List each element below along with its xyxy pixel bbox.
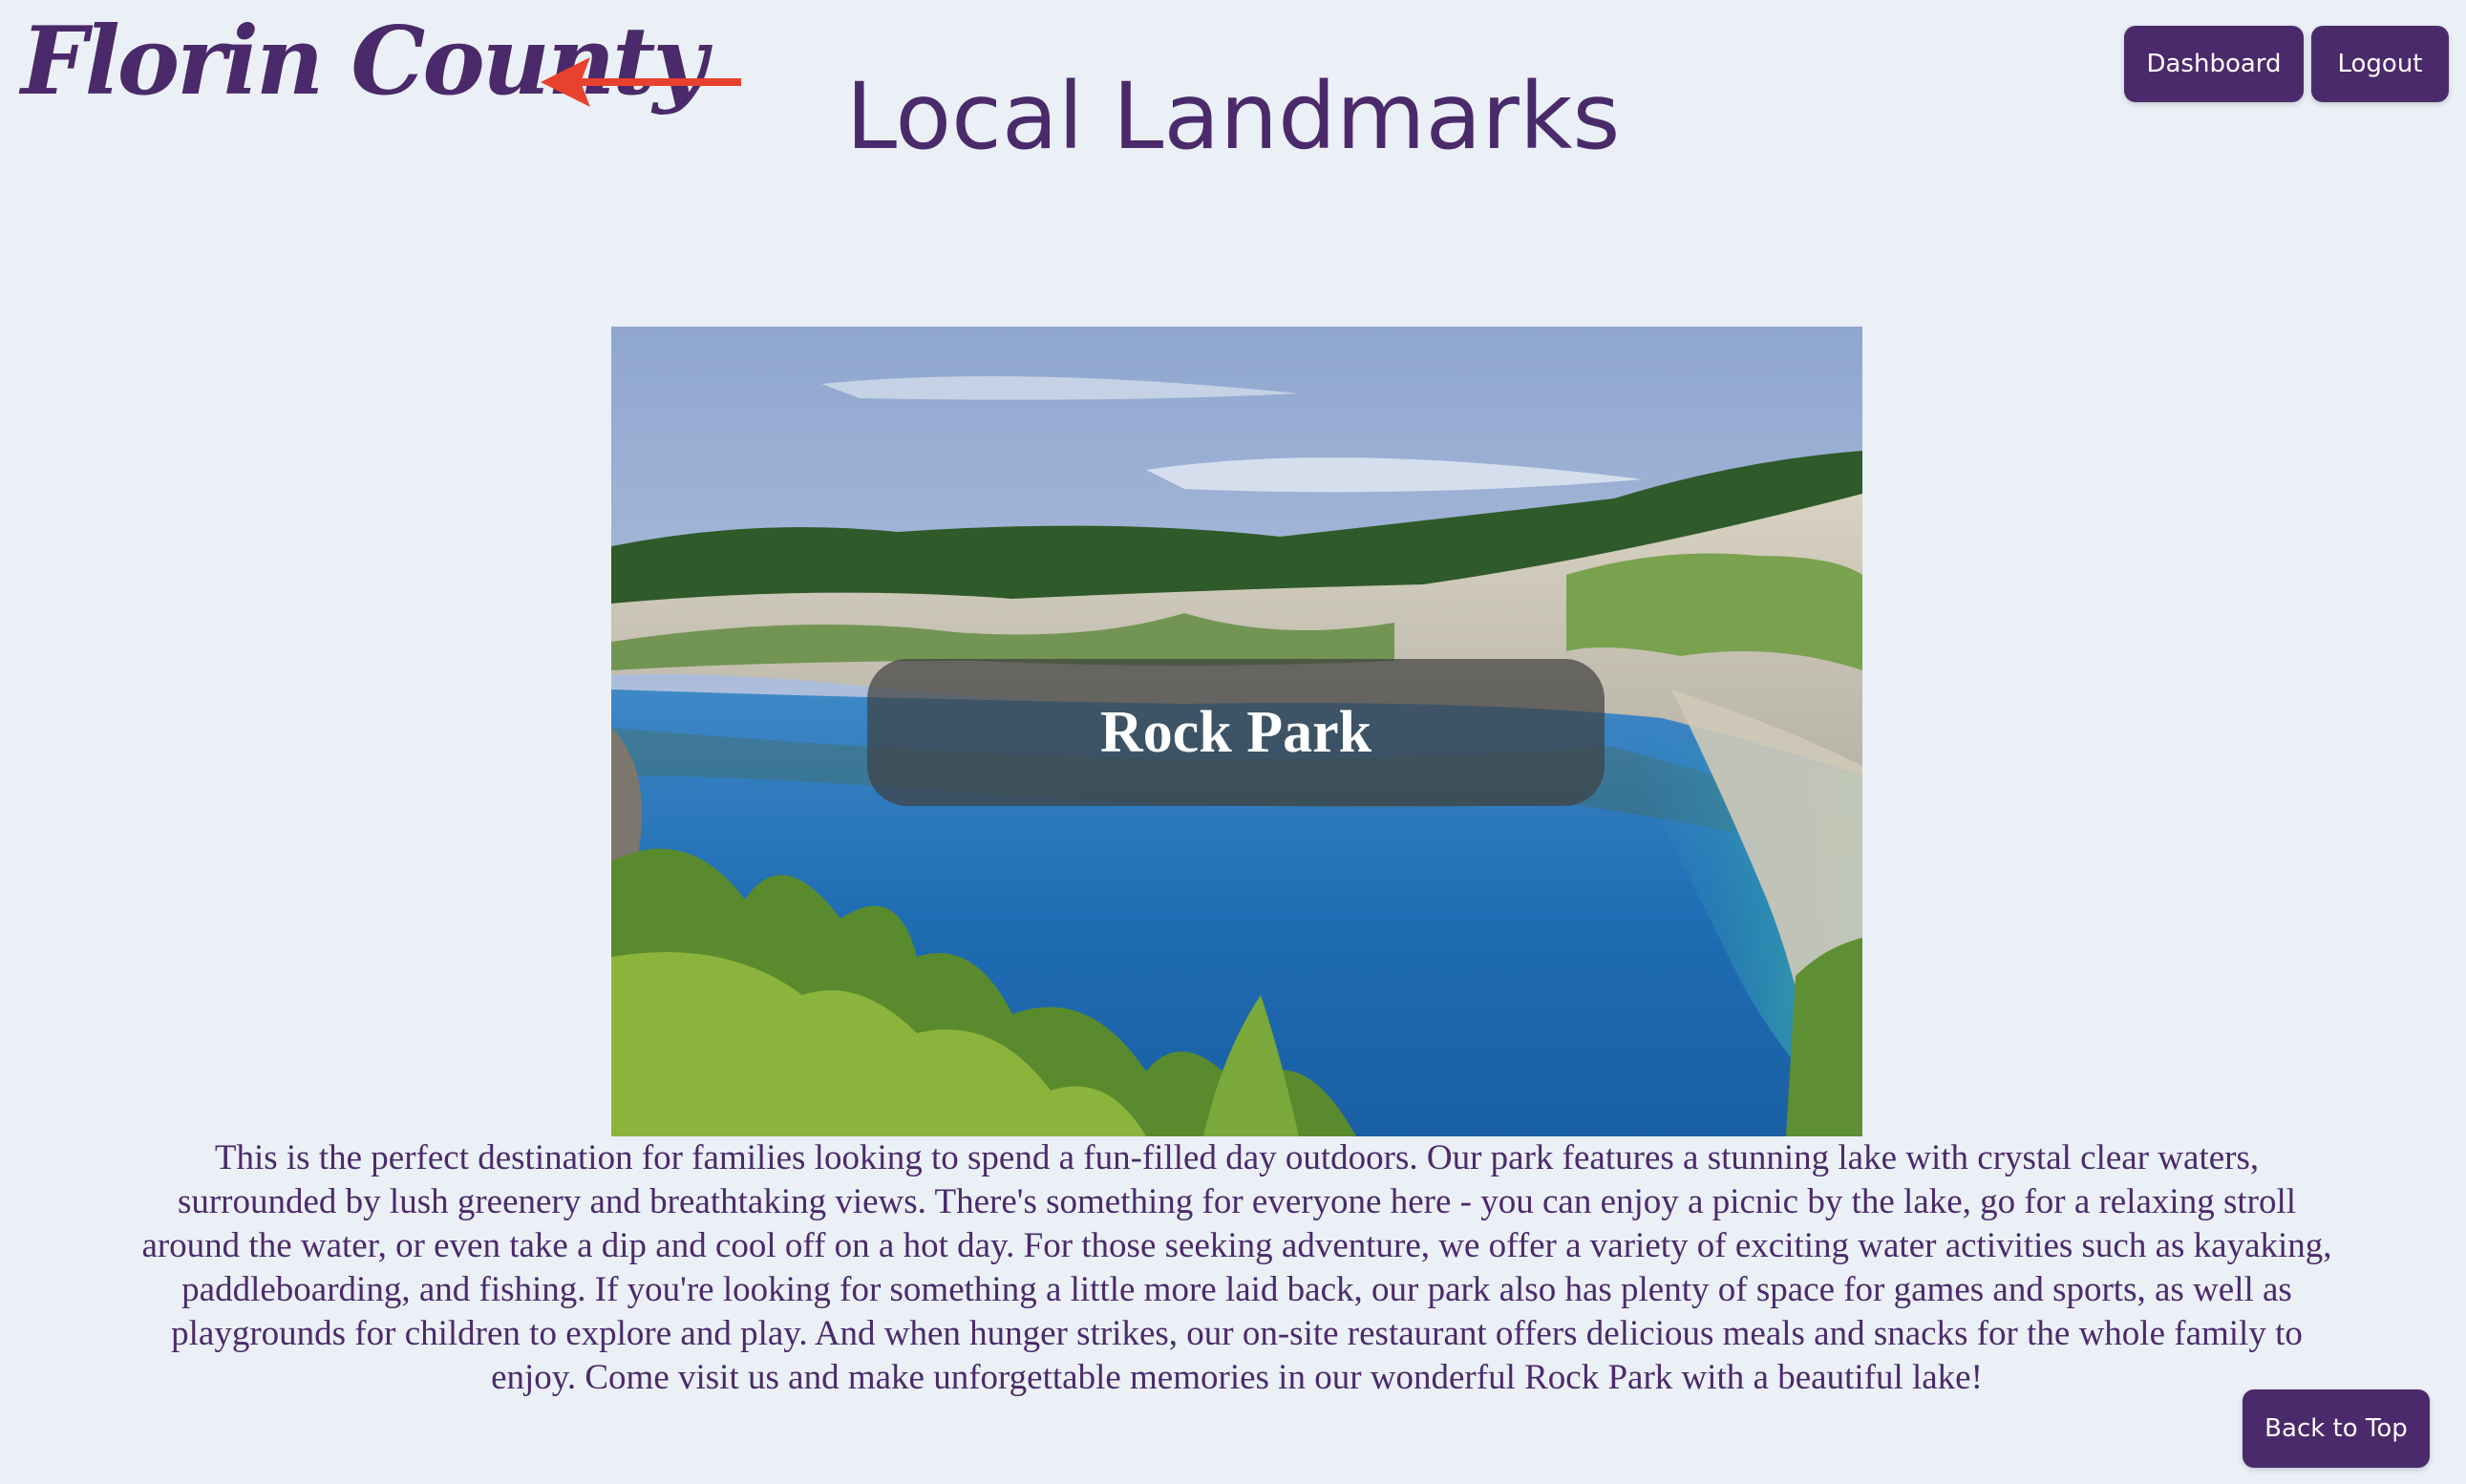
- landmark-name-label: Rock Park: [867, 659, 1605, 806]
- page-title: Local Landmarks: [845, 63, 1621, 170]
- logout-button[interactable]: Logout: [2311, 26, 2449, 102]
- dashboard-button[interactable]: Dashboard: [2124, 26, 2304, 102]
- back-to-top-button[interactable]: Back to Top: [2243, 1389, 2430, 1468]
- landmark-image: Rock Park: [611, 327, 1862, 1136]
- landmark-description: This is the perfect destination for fami…: [141, 1138, 2332, 1397]
